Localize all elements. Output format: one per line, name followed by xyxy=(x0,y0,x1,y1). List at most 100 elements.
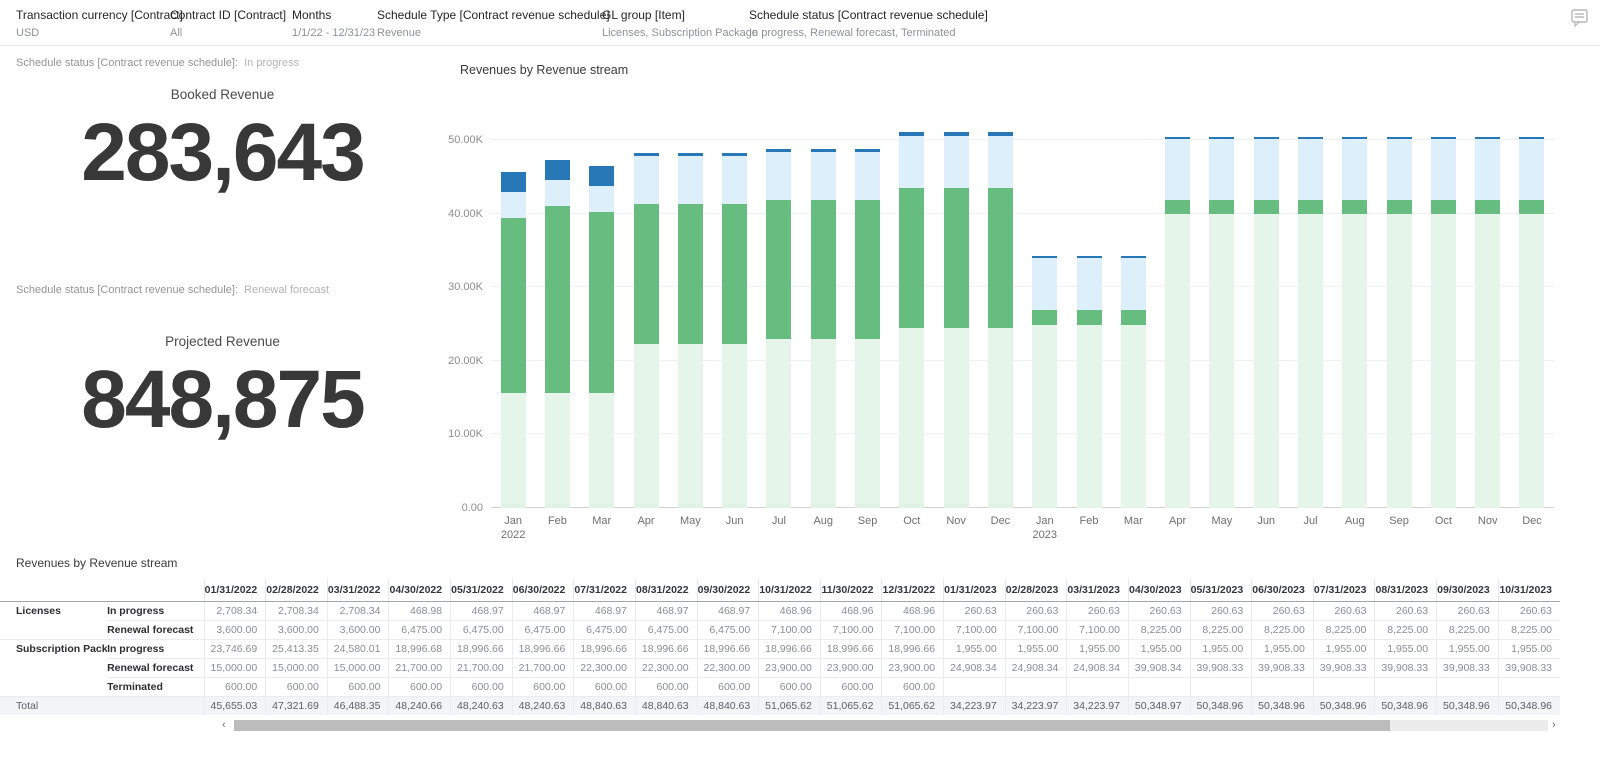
bar-segment[interactable] xyxy=(1253,139,1279,200)
bar-segment[interactable] xyxy=(1209,214,1235,508)
bar-jun[interactable] xyxy=(722,153,748,508)
filter-item[interactable]: Schedule Type [Contract revenue schedule… xyxy=(377,8,610,45)
bar-segment[interactable] xyxy=(1430,214,1456,508)
bar-segment[interactable] xyxy=(855,199,881,340)
bar-segment[interactable] xyxy=(722,156,748,205)
bar-segment[interactable] xyxy=(677,204,703,344)
bar-segment[interactable] xyxy=(1297,214,1323,508)
bar-segment[interactable] xyxy=(943,503,969,508)
bar-segment[interactable] xyxy=(1475,199,1501,215)
filter-item[interactable]: Schedule status [Contract revenue schedu… xyxy=(749,8,998,45)
bar-mar[interactable] xyxy=(589,165,615,508)
bar-jun[interactable] xyxy=(1253,137,1279,508)
bar-aug[interactable] xyxy=(1342,137,1368,508)
bar-segment[interactable] xyxy=(544,503,570,508)
bar-segment[interactable] xyxy=(766,339,792,504)
bar-segment[interactable] xyxy=(1120,324,1146,508)
bar-segment[interactable] xyxy=(766,503,792,508)
bar-mar[interactable] xyxy=(1120,256,1146,508)
bar-segment[interactable] xyxy=(1475,214,1501,508)
bar-segment[interactable] xyxy=(633,156,659,205)
bar-segment[interactable] xyxy=(1209,199,1235,215)
filter-item[interactable]: GL group [Item] Licenses, Subscription Pa… xyxy=(602,8,758,45)
bar-segment[interactable] xyxy=(1386,139,1412,200)
bar-segment[interactable] xyxy=(810,339,836,504)
bar-segment[interactable] xyxy=(1519,214,1545,508)
bar-segment[interactable] xyxy=(1076,258,1102,311)
bar-segment[interactable] xyxy=(855,152,881,200)
bar-jan2022[interactable] xyxy=(500,172,526,508)
bar-segment[interactable] xyxy=(766,199,792,340)
bar-feb[interactable] xyxy=(544,159,570,508)
bar-segment[interactable] xyxy=(1519,199,1545,215)
scroll-track[interactable] xyxy=(234,720,1548,731)
bar-segment[interactable] xyxy=(943,327,969,504)
bar-segment[interactable] xyxy=(1430,139,1456,200)
bar-segment[interactable] xyxy=(500,503,526,508)
bar-apr[interactable] xyxy=(633,153,659,508)
bar-segment[interactable] xyxy=(766,152,792,200)
bar-segment[interactable] xyxy=(1386,199,1412,215)
bar-segment[interactable] xyxy=(1342,199,1368,215)
bar-segment[interactable] xyxy=(1519,139,1545,200)
bar-segment[interactable] xyxy=(987,187,1013,328)
bar-oct[interactable] xyxy=(899,132,925,508)
bar-segment[interactable] xyxy=(500,172,526,192)
bar-segment[interactable] xyxy=(810,199,836,340)
scroll-left-arrow[interactable]: ‹ xyxy=(222,719,226,732)
bar-segment[interactable] xyxy=(987,135,1013,188)
bar-segment[interactable] xyxy=(1430,199,1456,215)
bar-sep[interactable] xyxy=(855,148,881,508)
bar-segment[interactable] xyxy=(722,503,748,508)
bar-may[interactable] xyxy=(1209,137,1235,508)
bar-segment[interactable] xyxy=(677,156,703,205)
bar-segment[interactable] xyxy=(1297,139,1323,200)
scroll-right-arrow[interactable]: › xyxy=(1552,719,1556,732)
bar-oct[interactable] xyxy=(1430,137,1456,508)
bar-may[interactable] xyxy=(677,153,703,508)
bar-segment[interactable] xyxy=(1076,324,1102,508)
bar-nov[interactable] xyxy=(1475,137,1501,508)
scroll-thumb[interactable] xyxy=(234,720,1391,731)
bar-segment[interactable] xyxy=(544,206,570,394)
bar-segment[interactable] xyxy=(1165,214,1191,508)
bar-segment[interactable] xyxy=(544,179,570,207)
bar-segment[interactable] xyxy=(1342,139,1368,200)
bar-segment[interactable] xyxy=(677,503,703,508)
comment-icon[interactable] xyxy=(1568,7,1590,29)
bar-segment[interactable] xyxy=(677,343,703,504)
bar-aug[interactable] xyxy=(810,148,836,508)
bar-segment[interactable] xyxy=(987,503,1013,508)
bar-segment[interactable] xyxy=(1386,214,1412,508)
bar-nov[interactable] xyxy=(943,132,969,508)
bar-segment[interactable] xyxy=(1253,199,1279,215)
bar-segment[interactable] xyxy=(810,503,836,508)
bar-segment[interactable] xyxy=(544,159,570,180)
filter-item[interactable]: Months 1/1/22 - 12/31/23 xyxy=(292,8,377,45)
bar-segment[interactable] xyxy=(1342,214,1368,508)
bar-segment[interactable] xyxy=(1165,199,1191,215)
bar-segment[interactable] xyxy=(633,204,659,344)
bar-segment[interactable] xyxy=(500,393,526,504)
bar-segment[interactable] xyxy=(1209,139,1235,200)
bar-segment[interactable] xyxy=(1076,310,1102,325)
bar-segment[interactable] xyxy=(1120,310,1146,325)
bar-segment[interactable] xyxy=(899,327,925,504)
bar-segment[interactable] xyxy=(1032,258,1058,311)
bar-sep[interactable] xyxy=(1386,137,1412,508)
bar-jul[interactable] xyxy=(766,148,792,508)
bar-segment[interactable] xyxy=(500,218,526,394)
bar-segment[interactable] xyxy=(722,343,748,504)
bar-segment[interactable] xyxy=(899,135,925,188)
filter-item[interactable]: Transaction currency [Contract] USD xyxy=(16,8,183,45)
bar-dec[interactable] xyxy=(1519,137,1545,508)
bar-segment[interactable] xyxy=(633,503,659,508)
bar-segment[interactable] xyxy=(1032,310,1058,325)
bar-feb[interactable] xyxy=(1076,256,1102,508)
bar-segment[interactable] xyxy=(855,339,881,504)
bar-segment[interactable] xyxy=(589,212,615,394)
bar-segment[interactable] xyxy=(1297,199,1323,215)
bar-segment[interactable] xyxy=(943,135,969,188)
bar-segment[interactable] xyxy=(943,187,969,328)
bar-segment[interactable] xyxy=(633,343,659,504)
